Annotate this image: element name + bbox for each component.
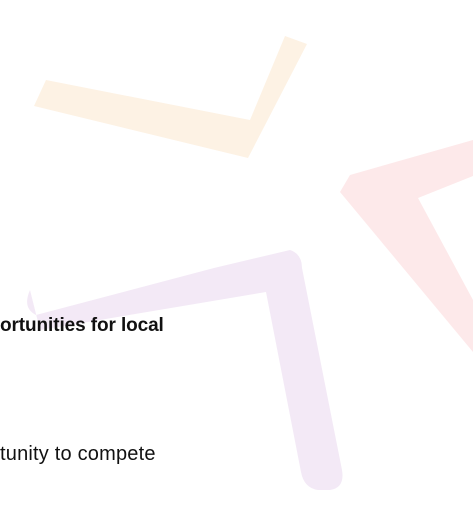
heading-text-fragment: ortunities for local (0, 315, 164, 336)
body-text-fragment: tunity to compete (0, 443, 156, 465)
orange-chevron-shape (34, 36, 307, 158)
red-chevron-shape (340, 140, 473, 352)
decorative-star-background (27, 36, 473, 490)
